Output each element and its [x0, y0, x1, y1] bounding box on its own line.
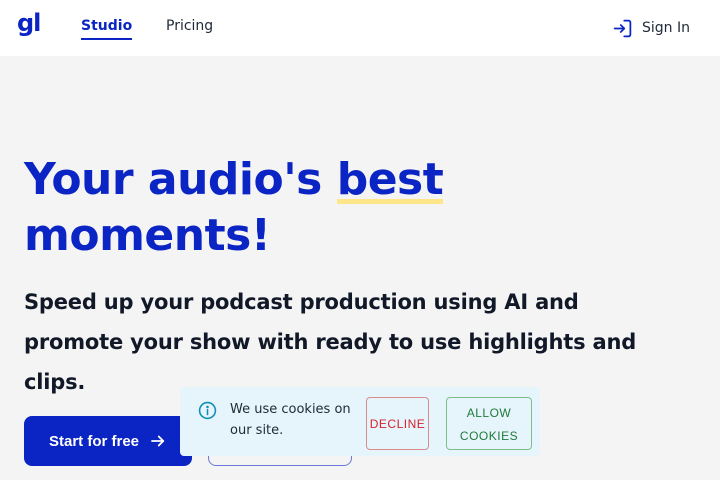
arrow-right-icon	[151, 435, 165, 447]
hero-subtitle: Speed up your podcast production using A…	[24, 290, 637, 394]
cookie-banner: We use cookies on our site. DECLINE ALLO…	[180, 387, 540, 456]
allow-cookies-button[interactable]: ALLOW COOKIES	[446, 397, 532, 450]
top-header: gl Studio Pricing Sign In	[0, 0, 720, 56]
start-for-free-button[interactable]: Start for free	[24, 416, 192, 466]
hero-title-part1: Your audio's	[24, 154, 337, 205]
logo[interactable]: gl	[17, 9, 41, 37]
start-for-free-label: Start for free	[48, 432, 140, 450]
sign-in-icon	[613, 19, 632, 37]
hero-title-highlight: best	[336, 152, 444, 208]
hero-title-part2: moments!	[24, 210, 271, 261]
allow-label-line2: COOKIES	[459, 429, 519, 443]
nav-pricing[interactable]: Pricing	[166, 18, 213, 34]
hero-title: Your audio's best moments!	[24, 152, 544, 264]
sign-in-label: Sign In	[642, 20, 690, 36]
info-icon	[198, 401, 217, 420]
cookie-message: We use cookies on our site.	[230, 402, 351, 438]
allow-label-line1: ALLOW	[466, 406, 512, 420]
sign-in-button[interactable]: Sign In	[612, 17, 690, 39]
decline-cookies-button[interactable]: DECLINE	[366, 397, 429, 450]
nav-studio[interactable]: Studio	[81, 18, 133, 40]
